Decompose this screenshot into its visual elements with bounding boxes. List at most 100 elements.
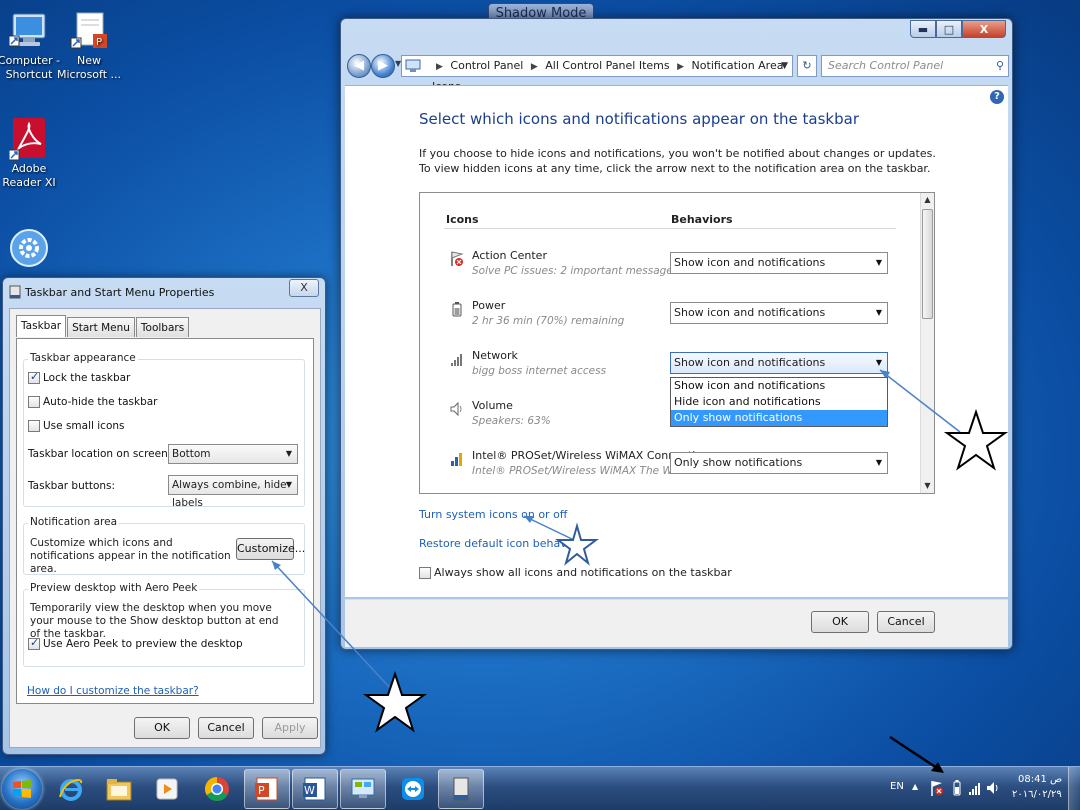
- aero-peek-checkbox[interactable]: [28, 636, 40, 650]
- chrome-icon: [204, 777, 229, 802]
- table-row: Action Center Solve PC issues: 2 importa…: [450, 249, 890, 289]
- location-select[interactable]: Bottom ▼: [168, 444, 298, 464]
- address-dropdown-icon[interactable]: ▼: [781, 56, 788, 76]
- taskbar-chrome[interactable]: [194, 769, 240, 809]
- tab-toolbars[interactable]: Toolbars: [135, 317, 190, 337]
- maximize-button[interactable]: □: [936, 20, 962, 38]
- scroll-thumb[interactable]: [922, 209, 933, 319]
- cancel-button[interactable]: Cancel: [877, 611, 935, 633]
- search-icon[interactable]: ⚲: [996, 56, 1004, 76]
- desktop-icon-adobe-reader[interactable]: Adobe Reader XI: [0, 118, 64, 190]
- auto-hide-checkbox-row[interactable]: Auto-hide the taskbar: [28, 396, 158, 408]
- close-button[interactable]: X: [289, 279, 319, 297]
- close-button[interactable]: X: [962, 20, 1006, 38]
- behavior-value: Show icon and notifications: [674, 356, 826, 369]
- taskbar-properties-window[interactable]: [438, 769, 484, 809]
- small-icons-checkbox-row[interactable]: Use small icons: [28, 420, 125, 432]
- group-title: Notification area: [28, 516, 119, 528]
- behavior-select[interactable]: Show icon and notifications ▼: [670, 352, 888, 374]
- table-scrollbar[interactable]: ▲ ▼: [920, 193, 934, 493]
- scroll-up-icon[interactable]: ▲: [921, 193, 934, 207]
- group-title: Taskbar appearance: [28, 352, 138, 364]
- taskbar-word[interactable]: W: [292, 769, 338, 809]
- column-header-icons: Icons: [446, 213, 479, 226]
- minimize-button[interactable]: ▬: [910, 20, 936, 38]
- lock-taskbar-checkbox[interactable]: [28, 370, 40, 384]
- breadcrumb-control-panel[interactable]: Control Panel: [450, 59, 523, 72]
- behavior-select[interactable]: Show icon and notifications ▼: [670, 252, 888, 274]
- battery-tray-icon[interactable]: [952, 779, 962, 800]
- row-name: Network: [472, 349, 518, 362]
- refresh-button[interactable]: ↻: [797, 55, 817, 77]
- show-desktop-button[interactable]: [1068, 767, 1080, 810]
- taskbar-powerpoint[interactable]: P: [244, 769, 290, 809]
- taskbar-media-player[interactable]: [144, 769, 190, 809]
- network-signal-icon: [450, 351, 464, 367]
- group-title: Preview desktop with Aero Peek: [28, 582, 200, 594]
- icons-behaviors-table: Icons Behaviors Action Center Solve PC i…: [419, 192, 935, 494]
- search-input[interactable]: Search Control Panel ⚲: [821, 55, 1009, 77]
- lock-taskbar-checkbox-row[interactable]: Lock the taskbar: [28, 370, 131, 384]
- desktop-icon-label: New Microsoft ...: [56, 54, 122, 81]
- behavior-select[interactable]: Only show notifications ▼: [670, 452, 888, 474]
- cancel-button[interactable]: Cancel: [198, 717, 254, 739]
- page-description: If you choose to hide icons and notifica…: [419, 147, 936, 175]
- scroll-down-icon[interactable]: ▼: [921, 479, 934, 493]
- customize-button[interactable]: Customize...: [236, 538, 305, 560]
- flag-error-icon: [450, 251, 464, 267]
- tab-taskbar[interactable]: Taskbar: [16, 315, 67, 337]
- breadcrumb-all-items[interactable]: All Control Panel Items: [545, 59, 669, 72]
- buttons-select[interactable]: Always combine, hide labels ▼: [168, 475, 298, 509]
- taskbar-teamviewer[interactable]: [390, 769, 436, 809]
- always-show-checkbox[interactable]: [419, 566, 431, 579]
- language-indicator[interactable]: EN: [890, 781, 904, 792]
- desktop-icon-settings[interactable]: [0, 228, 64, 272]
- action-center-tray-icon[interactable]: [930, 779, 944, 800]
- forward-button[interactable]: ▶: [371, 54, 395, 78]
- ok-button[interactable]: OK: [134, 717, 190, 739]
- address-bar[interactable]: ▶ Control Panel ▶ All Control Panel Item…: [401, 55, 793, 93]
- checkbox-label: Auto-hide the taskbar: [43, 396, 158, 408]
- svg-text:W: W: [304, 784, 315, 797]
- tab-start-menu[interactable]: Start Menu: [67, 317, 135, 337]
- restore-defaults-link[interactable]: Restore default icon behaviors: [419, 537, 587, 550]
- clock-time[interactable]: 08:41 ص: [1018, 774, 1062, 785]
- start-button[interactable]: [2, 769, 42, 809]
- window-controls: ▬ □ X: [910, 20, 1006, 38]
- help-icon[interactable]: ?: [990, 90, 1004, 104]
- taskbar-control-panel[interactable]: [340, 769, 386, 809]
- turn-system-icons-link[interactable]: Turn system icons on or off: [419, 508, 567, 521]
- header-divider: [444, 228, 896, 229]
- peek-description: Temporarily view the desktop when you mo…: [30, 602, 279, 640]
- auto-hide-checkbox[interactable]: [28, 396, 40, 408]
- row-status: Speakers: 63%: [472, 415, 551, 427]
- taskbar-explorer[interactable]: [96, 769, 142, 809]
- dropdown-option-selected[interactable]: Only show notifications: [671, 410, 887, 426]
- ok-button[interactable]: OK: [811, 611, 869, 633]
- control-panel-small-icon: [405, 59, 421, 73]
- always-show-label: Always show all icons and notifications …: [434, 566, 732, 579]
- desktop-icon-new-document[interactable]: P New Microsoft ...: [54, 10, 124, 82]
- chevron-down-icon: ▼: [875, 308, 882, 317]
- help-link[interactable]: How do I customize the taskbar?: [27, 685, 199, 697]
- clock-date[interactable]: ٢٠١٦/٠٢/٢٩: [1012, 789, 1062, 800]
- network-tray-icon[interactable]: [968, 779, 982, 800]
- row-status: Intel® PROSet/Wireless WiMAX The WiM...: [472, 465, 695, 477]
- small-icons-checkbox[interactable]: [28, 420, 40, 432]
- dialog-body: Taskbar Start Menu Toolbars Taskbar appe…: [9, 308, 321, 748]
- back-button[interactable]: ◀: [347, 54, 371, 78]
- windows-logo-icon: [13, 780, 31, 798]
- svg-text:P: P: [258, 784, 265, 797]
- taskbar-ie[interactable]: [48, 769, 94, 809]
- dropdown-option[interactable]: Show icon and notifications: [671, 378, 887, 394]
- back-arrow-icon: ◀: [354, 58, 364, 73]
- behavior-select[interactable]: Show icon and notifications ▼: [670, 302, 888, 324]
- volume-tray-icon[interactable]: [986, 779, 1000, 800]
- checkbox-label: Lock the taskbar: [43, 372, 131, 384]
- dropdown-option[interactable]: Hide icon and notifications: [671, 394, 887, 410]
- aero-peek-checkbox-row[interactable]: Use Aero Peek to preview the desktop: [28, 636, 243, 650]
- show-hidden-icons-button[interactable]: ▲: [912, 782, 918, 791]
- always-show-checkbox-row[interactable]: Always show all icons and notifications …: [419, 566, 732, 579]
- apply-button[interactable]: Apply: [262, 717, 318, 739]
- navigation-bar: ◀ ▶ ▼ ▶ Control Panel ▶ All Control Pane…: [345, 53, 1009, 93]
